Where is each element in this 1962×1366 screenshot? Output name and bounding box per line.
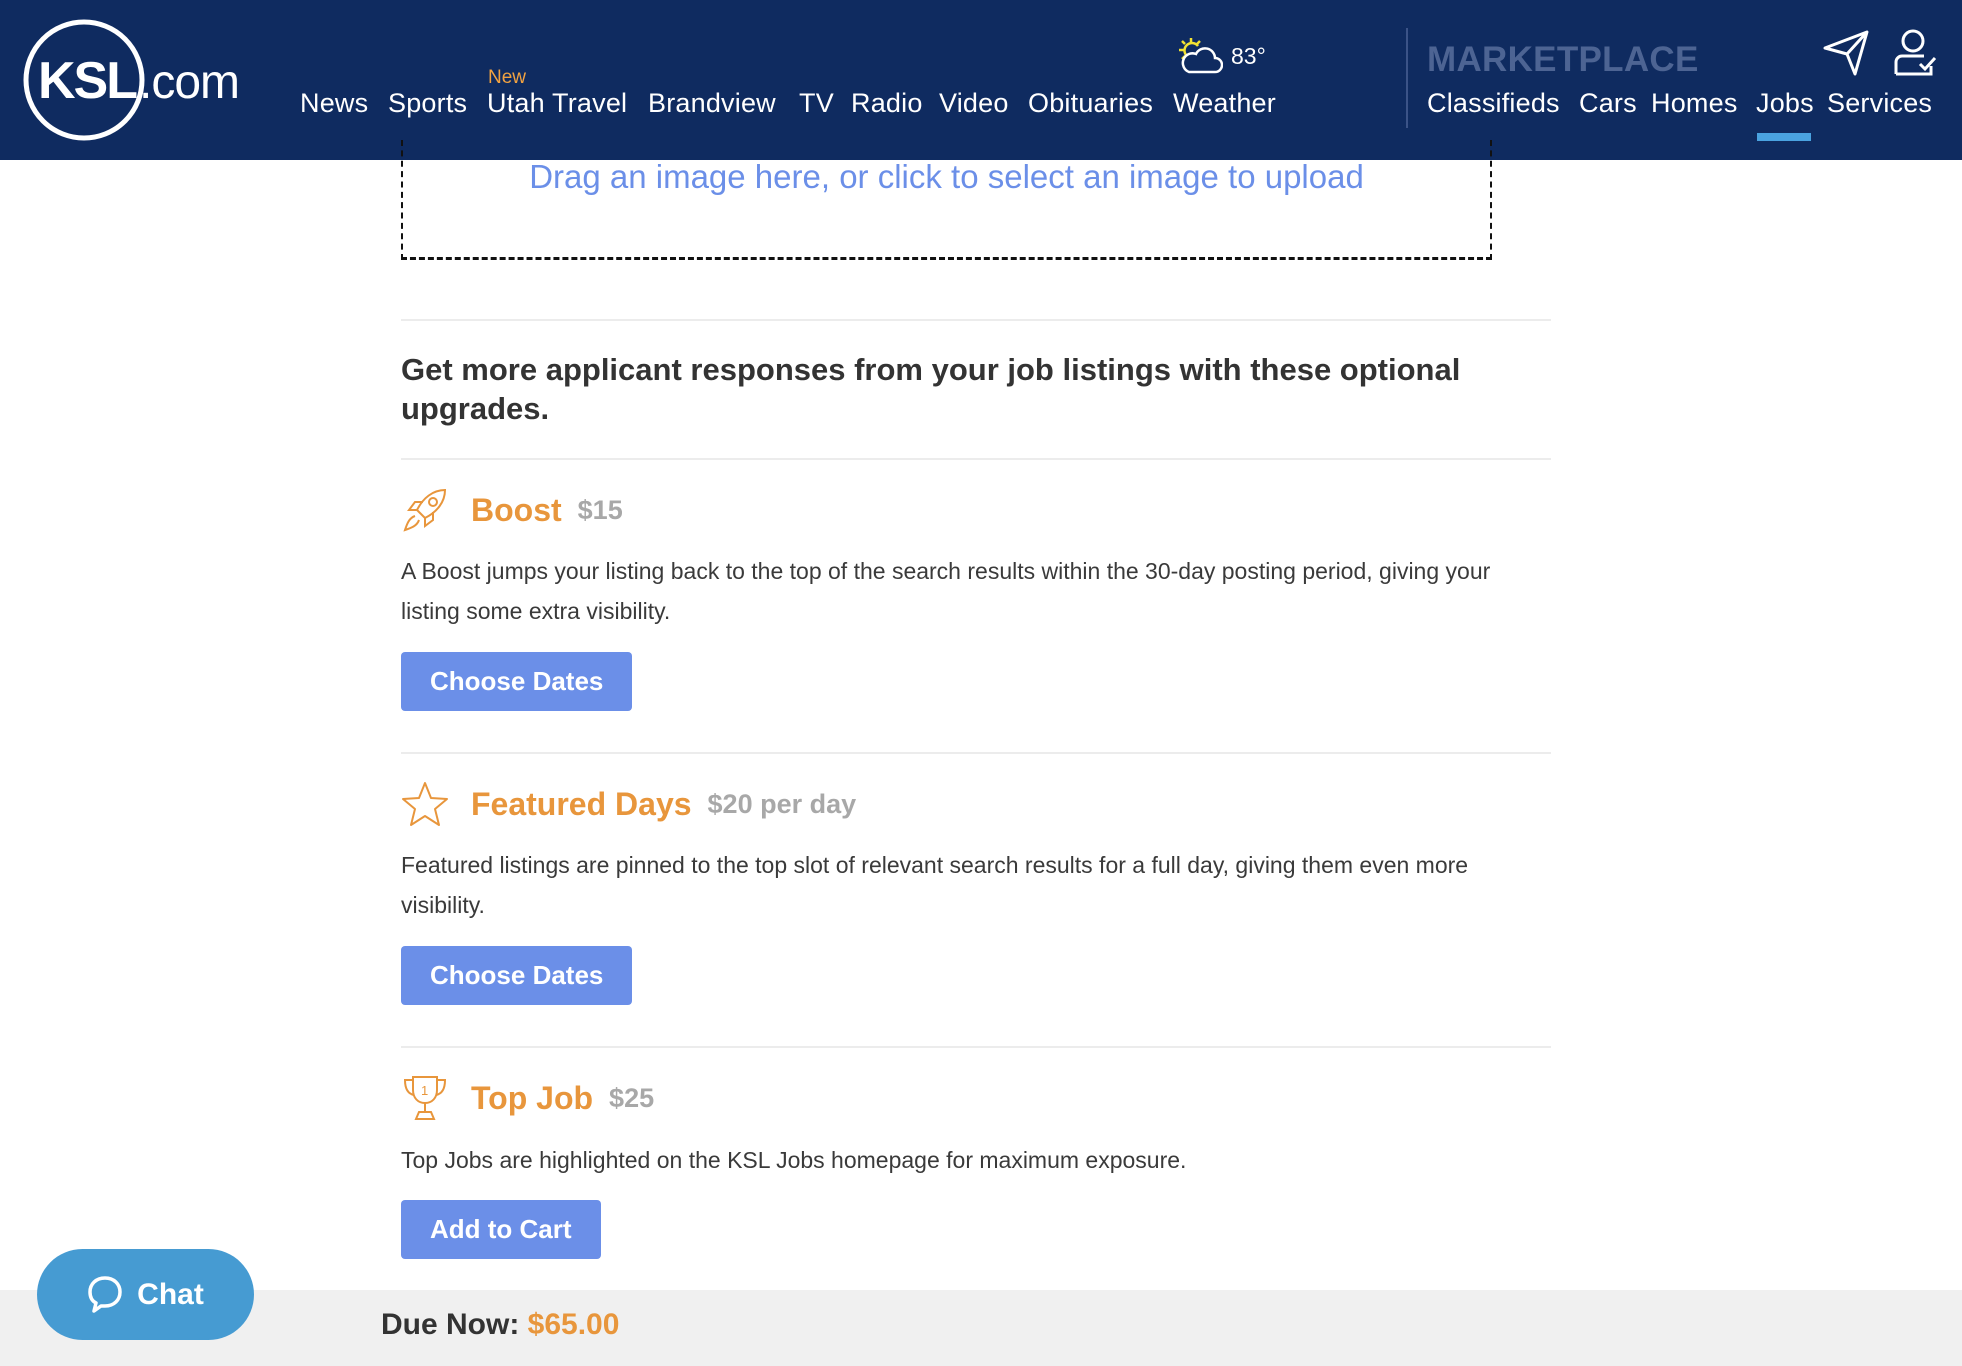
send-icon[interactable] [1822, 28, 1870, 78]
rocket-icon [403, 488, 447, 532]
section-divider [401, 1046, 1551, 1048]
dropzone-prompt[interactable]: Drag an image here, or click to select a… [403, 158, 1490, 196]
partly-sunny-icon [1179, 38, 1223, 74]
nav-cars[interactable]: Cars [1579, 88, 1637, 119]
section-divider [401, 752, 1551, 754]
star-icon [402, 782, 448, 826]
due-amount: $65.00 [527, 1308, 620, 1341]
image-dropzone[interactable]: Drag an image here, or click to select a… [401, 140, 1492, 260]
marketplace-label: MARKETPLACE [1427, 40, 1699, 79]
trophy-icon: 1 [403, 1076, 447, 1120]
nav-utah-travel[interactable]: Utah Travel [487, 88, 627, 119]
upgrade-description: Featured listings are pinned to the top … [401, 852, 1469, 918]
due-now: Due Now: $65.00 [381, 1308, 619, 1342]
header-divider [1406, 28, 1408, 128]
due-label: Due Now: [381, 1308, 520, 1341]
weather-widget[interactable]: 83° [1175, 34, 1266, 78]
svg-text:1: 1 [421, 1083, 428, 1098]
chat-button[interactable]: Chat [37, 1249, 254, 1340]
featured-choose-dates-button[interactable]: Choose Dates [401, 946, 633, 1005]
upgrade-featured-header: Featured Days $20 per day [401, 779, 856, 829]
chat-label: Chat [137, 1277, 204, 1311]
new-badge: New [488, 67, 527, 88]
nav-jobs[interactable]: Jobs [1756, 88, 1814, 119]
chat-bubble-icon [88, 1275, 122, 1313]
upgrade-price: $15 [577, 494, 623, 525]
nav-sports[interactable]: Sports [388, 88, 467, 119]
upgrade-description: A Boost jumps your listing back to the t… [401, 558, 1491, 624]
nav-services[interactable]: Services [1827, 88, 1932, 119]
upgrade-name: Boost [471, 491, 562, 528]
section-divider [401, 319, 1551, 321]
active-tab-indicator [1757, 133, 1811, 141]
upgrades-heading: Get more applicant responses from your j… [401, 352, 1461, 426]
nav-classifieds[interactable]: Classifieds [1427, 88, 1560, 119]
svg-text:KSL: KSL [38, 52, 137, 110]
ksl-logo[interactable]: KSL .com [22, 18, 262, 142]
nav-brandview[interactable]: Brandview [648, 88, 776, 119]
upgrade-name: Top Job [471, 1079, 594, 1116]
upgrade-name: Featured Days [471, 785, 692, 822]
nav-tv[interactable]: TV [799, 88, 834, 119]
upgrade-price: $25 [609, 1082, 655, 1113]
boost-choose-dates-button[interactable]: Choose Dates [401, 652, 633, 711]
section-divider [401, 458, 1551, 460]
nav-radio[interactable]: Radio [851, 88, 923, 119]
nav-homes[interactable]: Homes [1651, 88, 1738, 119]
nav-video[interactable]: Video [939, 88, 1009, 119]
checkout-footer: Due Now: $65.00 [0, 1290, 1962, 1366]
topjob-add-to-cart-button[interactable]: Add to Cart [401, 1200, 601, 1259]
upgrade-price: $20 per day [707, 788, 857, 819]
weather-temperature: 83° [1231, 42, 1266, 69]
upgrade-topjob-header: 1 Top Job $25 [401, 1073, 654, 1123]
svg-text:.com: .com [139, 56, 239, 109]
nav-news[interactable]: News [300, 88, 368, 119]
account-icon[interactable] [1893, 28, 1939, 78]
site-header: KSL .com New News Sports Utah Travel Bra… [0, 0, 1962, 160]
upgrade-boost-header: Boost $15 [401, 485, 623, 535]
nav-weather[interactable]: Weather [1173, 88, 1276, 119]
upgrade-description: Top Jobs are highlighted on the KSL Jobs… [401, 1147, 1187, 1173]
nav-obituaries[interactable]: Obituaries [1028, 88, 1153, 119]
